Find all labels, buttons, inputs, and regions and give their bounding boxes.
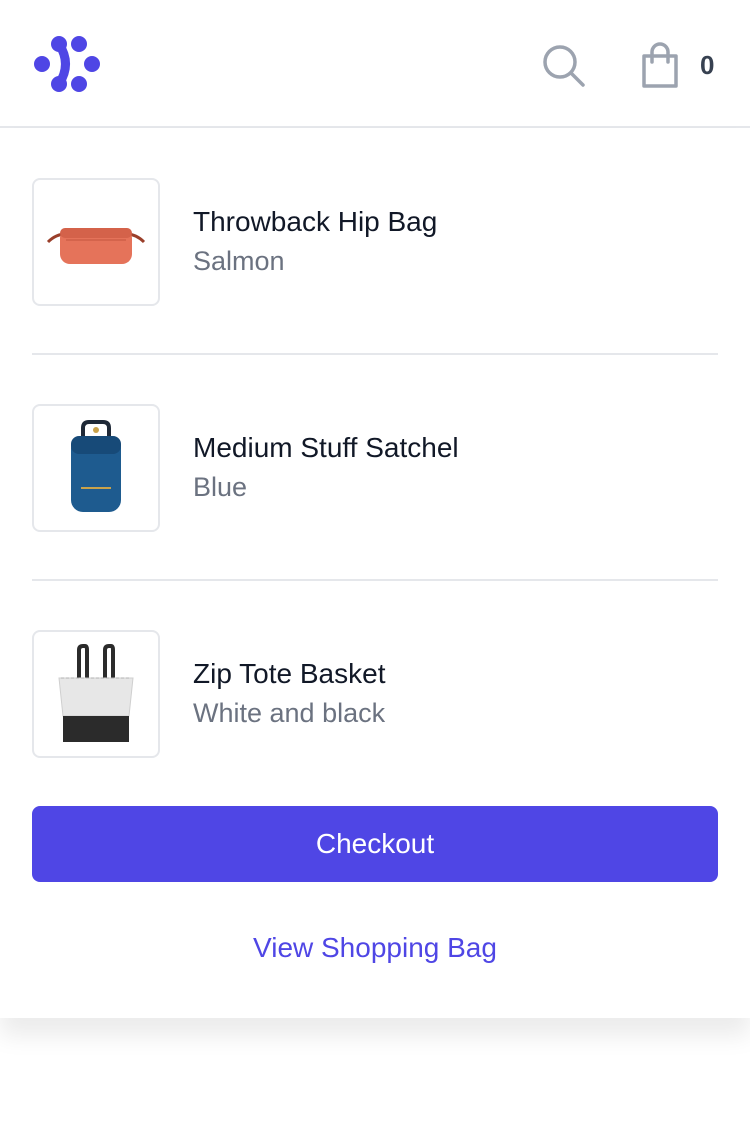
product-color: Blue	[193, 472, 248, 502]
cart-count: 0	[700, 50, 715, 80]
checkout-button[interactable]: Checkout	[32, 806, 718, 882]
product-name[interactable]: Medium Stuff Satchel	[193, 432, 459, 464]
tote-basket-image	[58, 644, 134, 742]
shopping-cart-panel: Throwback Hip Bag Salmon Medium Stuff Sa…	[0, 128, 750, 1018]
product-name[interactable]: Throwback Hip Bag	[193, 206, 437, 238]
search-icon[interactable]	[540, 42, 586, 88]
cart-button[interactable]: 0	[640, 42, 714, 88]
view-shopping-bag-link[interactable]: View Shopping Bag	[0, 932, 750, 964]
product-name[interactable]: Zip Tote Basket	[193, 658, 385, 690]
product-thumbnail	[32, 178, 160, 306]
divider	[32, 579, 718, 581]
product-color: White and black	[193, 698, 386, 728]
product-thumbnail	[32, 630, 160, 758]
brand-logo-icon[interactable]	[32, 32, 102, 96]
divider	[32, 353, 718, 355]
product-thumbnail	[32, 404, 160, 532]
shopping-bag-icon	[642, 42, 678, 88]
hip-bag-image	[46, 228, 146, 264]
product-color: Salmon	[193, 246, 285, 276]
cart-item[interactable]: Throwback Hip Bag Salmon	[32, 178, 718, 306]
cart-item[interactable]: Zip Tote Basket White and black	[32, 630, 718, 758]
satchel-image	[71, 420, 121, 512]
site-header: 0	[0, 0, 750, 128]
cart-item[interactable]: Medium Stuff Satchel Blue	[32, 404, 718, 532]
